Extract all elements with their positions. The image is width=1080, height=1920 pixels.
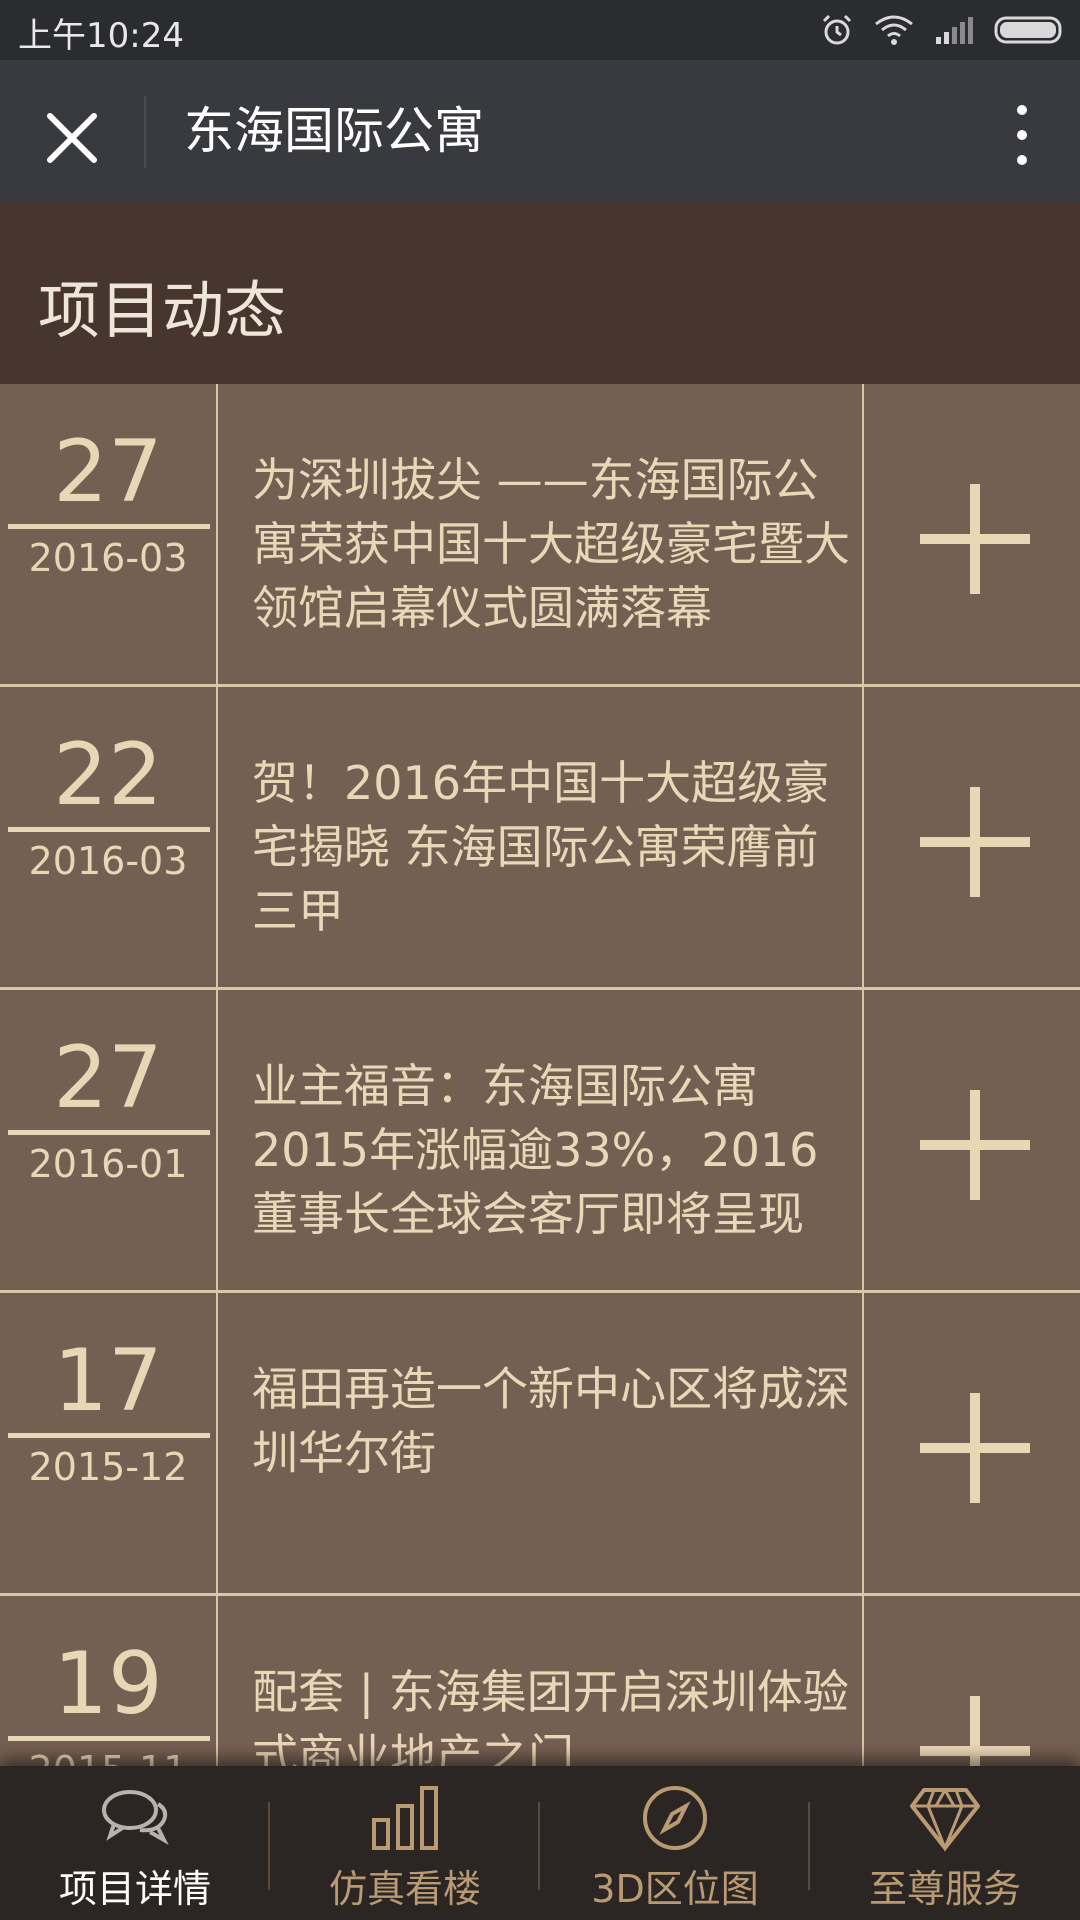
news-year-month: 2016-03 [28,536,188,580]
news-list: 27 2016-03 为深圳拔尖 ——东海国际公寓荣获中国十大超级豪宅暨大领馆启… [0,384,1080,1899]
news-day: 27 [53,422,163,522]
news-day: 19 [53,1634,163,1734]
news-year-month: 2016-03 [28,839,188,883]
signal-icon [936,17,973,44]
nav-label: 项目详情 [58,1867,211,1911]
bottom-nav: 项目详情 仿真看楼 3D区位图 至尊服务 [0,1766,1080,1920]
section-header: 项目动态 [0,202,1080,384]
news-day: 27 [53,1028,163,1128]
nav-premium-service[interactable]: 至尊服务 [810,1766,1080,1920]
alarm-icon [822,14,852,45]
date-divider [8,1130,210,1135]
nav-label: 至尊服务 [868,1867,1021,1911]
diamond-icon [910,1788,980,1852]
news-title-cell[interactable]: 业主福音：东海国际公寓2015年涨幅逾33%，2016董事长全球会客厅即将呈现 [218,990,864,1290]
battery-icon [994,16,1062,44]
news-title: 为深圳拔尖 ——东海国际公寓荣获中国十大超级豪宅暨大领馆启幕仪式圆满落幕 [252,453,850,635]
date-divider [8,524,210,529]
news-item[interactable]: 17 2015-12 福田再造一个新中心区将成深圳华尔街 [0,1293,1080,1596]
news-date: 27 2016-01 [0,990,218,1290]
title-bar: 东海国际公寓 [0,60,1080,202]
date-divider [8,1433,210,1438]
news-item[interactable]: 22 2016-03 贺！2016年中国十大超级豪宅揭晓 东海国际公寓荣膺前三甲 [0,687,1080,990]
news-year-month: 2015-12 [28,1445,188,1489]
close-icon[interactable] [30,96,114,180]
plus-icon [920,1393,1030,1503]
status-icons [820,10,1066,50]
nav-label: 仿真看楼 [328,1867,481,1911]
news-date: 17 2015-12 [0,1293,218,1593]
more-options-icon[interactable] [992,100,1052,170]
news-title: 业主福音：东海国际公寓2015年涨幅逾33%，2016董事长全球会客厅即将呈现 [252,1059,819,1241]
bar-chart-icon [372,1786,438,1850]
news-item[interactable]: 27 2016-03 为深圳拔尖 ——东海国际公寓荣获中国十大超级豪宅暨大领馆启… [0,384,1080,687]
news-item[interactable]: 27 2016-01 业主福音：东海国际公寓2015年涨幅逾33%，2016董事… [0,990,1080,1293]
page-title: 东海国际公寓 [184,102,484,160]
status-time: 上午10:24 [18,16,184,56]
news-title-cell[interactable]: 福田再造一个新中心区将成深圳华尔街 [218,1293,864,1593]
section-title: 项目动态 [38,274,287,347]
news-title-cell[interactable]: 为深圳拔尖 ——东海国际公寓荣获中国十大超级豪宅暨大领馆启幕仪式圆满落幕 [218,384,864,684]
news-day: 22 [53,725,163,825]
status-bar: 上午10:24 [0,0,1080,60]
nav-3d-location-map[interactable]: 3D区位图 [540,1766,810,1920]
expand-button[interactable] [864,687,1080,987]
news-date: 22 2016-03 [0,687,218,987]
expand-button[interactable] [864,384,1080,684]
news-title-cell[interactable]: 贺！2016年中国十大超级豪宅揭晓 东海国际公寓荣膺前三甲 [218,687,864,987]
title-divider [144,96,146,168]
expand-button[interactable] [864,990,1080,1290]
expand-button[interactable] [864,1293,1080,1593]
news-date: 27 2016-03 [0,384,218,684]
plus-icon [920,1090,1030,1200]
news-title: 贺！2016年中国十大超级豪宅揭晓 东海国际公寓荣膺前三甲 [252,756,830,938]
news-year-month: 2016-01 [28,1142,188,1186]
news-title: 福田再造一个新中心区将成深圳华尔街 [252,1362,850,1480]
date-divider [8,1736,210,1741]
plus-icon [920,484,1030,594]
nav-label: 3D区位图 [591,1867,759,1911]
news-day: 17 [53,1331,163,1431]
nav-project-details[interactable]: 项目详情 [0,1766,270,1920]
plus-icon [920,787,1030,897]
chat-bubbles-icon [102,1790,169,1846]
wifi-icon [875,15,913,45]
compass-icon [643,1786,707,1850]
date-divider [8,827,210,832]
nav-virtual-tour[interactable]: 仿真看楼 [270,1766,540,1920]
